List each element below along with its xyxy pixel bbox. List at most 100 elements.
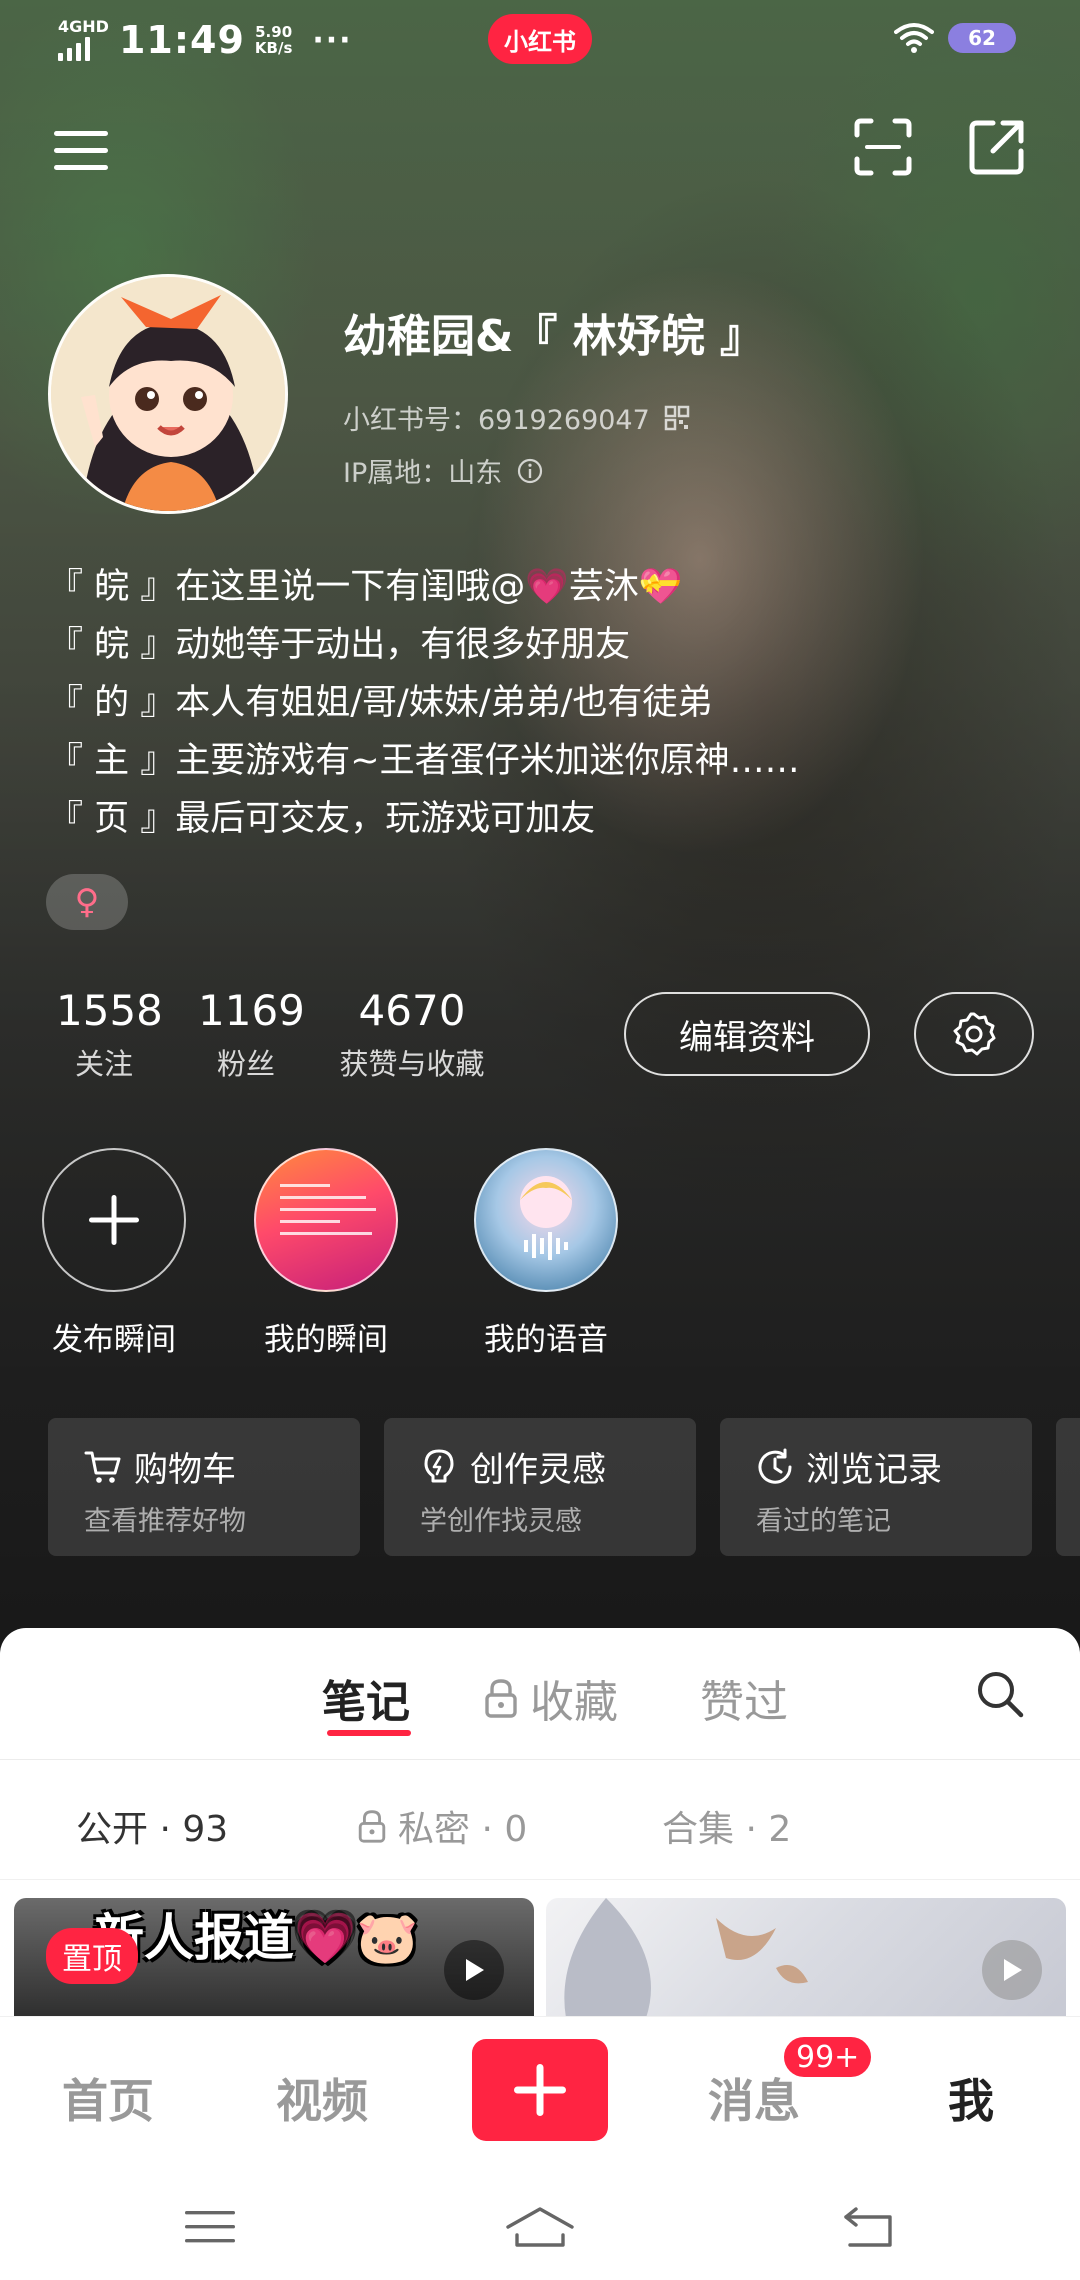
stat-likes-collects[interactable]: 4670 获赞与收藏 [330,986,494,1083]
stat-label: 获赞与收藏 [339,1047,485,1081]
female-icon: ♀ [74,882,100,922]
wifi-icon [894,23,934,53]
user-id-row[interactable]: 小红书号：6919269047 [343,398,690,437]
tab-label: 赞过 [700,1677,788,1728]
filter-label: 公开 · 93 [76,1809,229,1850]
feature-title: 创作灵感 [420,1442,696,1491]
settings-button[interactable] [914,992,1034,1076]
lock-icon [358,1810,386,1843]
filter-label: 私密 · 0 [398,1809,528,1850]
stat-value: 4670 [358,986,466,1035]
messages-badge: 99+ [782,2035,874,2079]
filter-private[interactable]: 私密 · 0 [356,1800,527,1852]
bottom-nav: 首页 视频 消息 99+ 我 [0,2016,1080,2166]
nav-messages[interactable]: 消息 [708,2065,800,2131]
feature-title-text: 购物车 [134,1450,236,1490]
feature-title-text: 创作灵感 [470,1450,606,1490]
scan-button[interactable] [848,112,918,182]
stat-followers[interactable]: 1169 粉丝 [198,986,305,1083]
nav-publish-button[interactable] [472,2039,608,2141]
signal-icon [58,35,109,61]
lightbulb-icon [424,1449,454,1482]
stat-value: 1169 [198,986,305,1035]
bio-line: 『 的 』本人有姐姐/哥/妹妹/弟弟/也有徒弟 [48,683,713,723]
tab-collections[interactable]: 收藏 [482,1666,618,1730]
status-right: 62 [894,22,1016,54]
back-icon [844,2207,892,2247]
my-moments[interactable]: 我的瞬间 [246,1148,406,1359]
feature-card-more[interactable] [1056,1418,1080,1556]
publish-moment[interactable]: 发布瞬间 [34,1148,194,1359]
stat-following[interactable]: 1558 关注 [56,986,163,1083]
system-home-button[interactable] [504,2202,576,2252]
menu-button[interactable] [48,118,114,184]
bio-line: 『 主 』主要游戏有~王者蛋仔米加迷你原神…… [48,741,800,781]
share-icon [969,120,1024,175]
bio-line: 『 皖 』在这里说一下有闺哦@💗芸沐💝 [48,567,683,607]
speed-value: 5.90 [255,23,293,41]
note-card[interactable] [546,1898,1066,2018]
my-voice-thumbnail[interactable] [474,1148,618,1292]
feature-card-inspiration[interactable]: 创作灵感 学创作找灵感 [384,1418,696,1556]
ip-location-row: IP属地：山东 [343,451,544,490]
edit-profile-button[interactable]: 编辑资料 [624,992,870,1076]
ip-location: IP属地：山东 [343,458,503,489]
feature-title: 浏览记录 [756,1442,1032,1491]
search-icon [978,1672,1024,1718]
lock-icon [485,1679,517,1718]
gear-icon [953,1012,996,1056]
battery-indicator: 62 [948,23,1016,53]
more-notifications-icon: ··· [312,22,353,58]
tab-label: 笔记 [322,1677,410,1728]
filter-collections[interactable]: 合集 · 2 [662,1800,791,1852]
system-back-button[interactable] [838,2202,898,2252]
feature-card-history[interactable]: 浏览记录 看过的笔记 [720,1418,1032,1556]
plus-icon [514,2064,566,2116]
tab-liked[interactable]: 赞过 [700,1666,788,1730]
network-indicator: 4GHD [58,19,109,61]
tab-notes[interactable]: 笔记 [322,1666,410,1730]
network-type: 4GHD [58,17,109,36]
system-menu-button[interactable] [180,2202,240,2252]
status-left: 4GHD 11:49 5.90 KB/s ··· [58,18,353,62]
pinned-badge: 置顶 [46,1928,138,1984]
my-moments-thumbnail[interactable] [254,1148,398,1292]
speed-unit: KB/s [254,39,293,57]
text-card-image [280,1184,376,1235]
info-icon[interactable] [516,457,544,485]
nav-video[interactable]: 视频 [276,2065,368,2131]
home-icon [506,2207,574,2247]
voice-wave-icon [520,1176,572,1260]
plus-icon [89,1195,139,1245]
qr-code-icon[interactable] [664,405,690,431]
avatar[interactable] [48,274,288,514]
avatar-illustration [51,277,285,511]
network-speed: 5.90 KB/s [255,24,292,56]
feature-title-text: 浏览记录 [806,1450,942,1490]
feature-subtitle: 学创作找灵感 [420,1506,582,1537]
bio: 『 皖 』在这里说一下有闺哦@💗芸沐💝 『 皖 』动她等于动出，有很多好朋友 『… [48,558,1038,848]
filter-label: 合集 · 2 [662,1809,792,1850]
nav-me[interactable]: 我 [948,2065,994,2131]
moment-label: 我的语音 [484,1322,608,1358]
clock: 11:49 [118,18,245,62]
stat-label: 粉丝 [216,1047,275,1081]
moment-label: 我的瞬间 [264,1322,388,1358]
gender-tag: ♀ [46,874,128,930]
cart-icon [84,1451,121,1483]
search-button[interactable] [970,1664,1030,1724]
add-moment-circle[interactable] [42,1148,186,1292]
feature-card-cart[interactable]: 购物车 查看推荐好物 [48,1418,360,1556]
my-voice[interactable]: 我的语音 [466,1148,626,1359]
filter-public[interactable]: 公开 · 93 [76,1800,228,1852]
note-cover-title: 新人报道💗🐷 [94,1909,419,1967]
nickname: 幼稚园&『 林妤皖 』 [343,311,765,362]
system-nav-bar [0,2166,1080,2280]
video-play-icon [444,1940,504,2000]
stat-value: 1558 [56,986,163,1035]
stat-label: 关注 [74,1047,133,1081]
moment-label: 发布瞬间 [52,1322,176,1358]
share-button[interactable] [962,112,1032,182]
nav-home[interactable]: 首页 [62,2065,154,2131]
feature-subtitle: 查看推荐好物 [84,1506,246,1537]
